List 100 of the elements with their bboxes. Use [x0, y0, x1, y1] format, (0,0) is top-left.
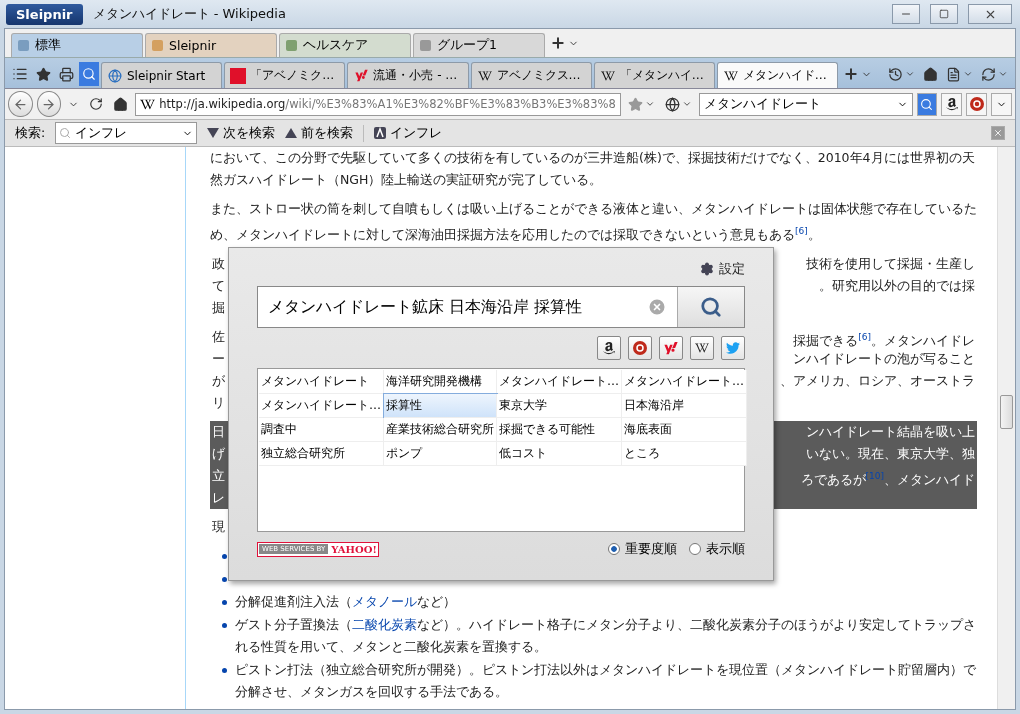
group-tab[interactable]: Sleipnir — [145, 33, 277, 57]
browser-tab[interactable]: 「アベノミク… — [224, 62, 346, 88]
app-menu-button[interactable]: Sleipnir — [6, 3, 83, 25]
star-icon[interactable] — [36, 66, 51, 82]
article-paragraph: において、この分野で先駆していて多くの技術を有しているのが三井造船(株)で、採掘技術だけでなく、2010年4月には世界初の天然ガスハイドレート（NGH）陸上輸送の実証研究が完了している。 — [210, 149, 976, 189]
settings-button[interactable]: 設定 — [700, 260, 745, 278]
search-icon — [59, 127, 72, 139]
history-icon[interactable] — [888, 66, 904, 82]
find-previous-button[interactable]: 前を検索 — [285, 124, 354, 142]
rakuten-icon — [632, 340, 648, 356]
keyword-cell[interactable]: メタンハイドレート — [259, 370, 384, 394]
sync-icon[interactable] — [981, 66, 997, 82]
minimize-button[interactable] — [892, 4, 920, 24]
caret-icon — [998, 69, 1009, 79]
yahoo-button[interactable] — [659, 336, 683, 360]
browser-tab[interactable]: Sleipnir Start — [101, 62, 223, 88]
back-button[interactable] — [8, 91, 33, 117]
browser-tab[interactable]: メタンハイド… — [716, 62, 839, 88]
keyword-cell[interactable]: ポンプ — [384, 442, 497, 466]
sort-radio[interactable]: 表示順 — [689, 540, 745, 558]
caret-icon — [644, 99, 655, 109]
page-icon[interactable] — [946, 66, 962, 82]
keyword-cell[interactable]: 日本海沿岸 — [622, 394, 747, 418]
browser-tab[interactable]: 「メタンハイ… — [593, 62, 715, 88]
globe-icon — [107, 67, 123, 84]
twitter-button[interactable] — [721, 336, 745, 360]
article-link[interactable]: 二酸化炭素 — [352, 617, 417, 633]
text-fragment: て — [212, 277, 225, 296]
logo-icon — [230, 67, 247, 84]
keyword-cell[interactable]: 採掘できる可能性 — [497, 418, 622, 442]
keyword-cell[interactable]: 低コスト — [497, 442, 622, 466]
bullet-icon — [222, 577, 227, 583]
group-tab[interactable]: グループ1 — [413, 33, 545, 57]
text-fragment: 掘 — [212, 299, 225, 318]
group-tab[interactable]: ヘルスケア — [279, 33, 411, 57]
amazon-button[interactable] — [941, 92, 963, 116]
search-button[interactable] — [79, 62, 99, 86]
maximize-button[interactable] — [930, 4, 958, 24]
list-item-text: ゲスト分子置換法（二酸化炭素など）。ハイドレート格子にメタン分子より、二酸化炭素分子のほうがより安定してトラップされる性質を用いて、メタンと二酸化炭素を置換する。 — [235, 616, 977, 657]
text-fragment: 現 — [212, 518, 225, 537]
keyword-cell[interactable]: メタンハイドレート… — [497, 370, 622, 394]
group-tab[interactable]: 標準 — [11, 33, 143, 57]
keyword-cell[interactable]: メタンハイドレート… — [259, 394, 384, 418]
keyword-cell[interactable]: ところ — [622, 442, 747, 466]
printer-icon[interactable] — [59, 66, 74, 82]
address-field[interactable]: http://ja.wikipedia.org/wiki/%E3%83%A1%E3%82%BF%E3%83%B3%E3%83%8 — [135, 92, 621, 116]
browser-tab[interactable]: 流通・小売 - … — [347, 62, 469, 88]
yahoo-icon — [664, 341, 678, 355]
query-field[interactable]: メタンハイドレート鉱床 日本海沿岸 採算性 — [257, 286, 745, 328]
keyword-cell[interactable]: 独立総合研究所 — [259, 442, 384, 466]
find-field[interactable]: インフレ — [55, 122, 198, 144]
search-icon — [700, 296, 722, 318]
text-fragment: が — [212, 372, 225, 391]
find-next-button[interactable]: 次を検索 — [207, 124, 276, 142]
rakuten-button[interactable] — [966, 92, 988, 116]
amazon-button[interactable] — [597, 336, 621, 360]
globe-icon[interactable] — [664, 96, 680, 112]
text-fragment: 採掘できる$^{[6]}$。メタンハイドレ — [793, 331, 975, 349]
highlight-icon — [374, 127, 387, 139]
scroll-thumb[interactable] — [1000, 395, 1013, 429]
article-link[interactable]: メタノール — [352, 594, 417, 610]
sort-radio[interactable]: 重要度順 — [608, 540, 677, 558]
caret-icon — [963, 69, 974, 79]
text-fragment: 政 — [212, 255, 225, 274]
bookmark-star-icon[interactable] — [627, 96, 643, 112]
new-group-icon[interactable] — [550, 35, 566, 51]
close-button[interactable] — [968, 4, 1012, 24]
list-item-text: 分解促進剤注入法（メタノールなど） — [235, 593, 456, 612]
caret-icon — [905, 69, 916, 79]
keyword-cell[interactable]: 海洋研究開発機構 — [384, 370, 497, 394]
search-button[interactable] — [677, 287, 744, 327]
keyword-cell[interactable]: 海底表面 — [622, 418, 747, 442]
article-paragraph: また、ストロー状の筒を刺して自噴もしくは吸い上げることができる液体と違い、メタンハイドレートは固体状態で存在しているため、メタンハイドレートに対して深海油田採掘方法を応用したのでは採取できないという意見もある$^{[6]}$。 — [210, 200, 977, 245]
keyword-cell[interactable]: 採算性 — [384, 394, 497, 418]
text-fragment: げ — [212, 445, 225, 464]
find-label: 検索: — [15, 124, 46, 142]
home-icon[interactable] — [113, 96, 129, 112]
bullet-icon — [222, 600, 227, 606]
text-fragment: 、アメリカ、ロシア、オーストラ — [780, 372, 975, 391]
home-icon[interactable] — [923, 66, 939, 82]
search-field[interactable]: メタンハイドレート — [698, 92, 913, 116]
bird-icon — [726, 341, 740, 355]
keyword-cell[interactable]: 産業技術総合研究所 — [384, 418, 497, 442]
keyword-cell[interactable]: 調査中 — [259, 418, 384, 442]
search-button[interactable] — [916, 92, 938, 116]
keyword-cell[interactable]: 東京大学 — [497, 394, 622, 418]
wikipedia-button[interactable] — [690, 336, 714, 360]
text-fragment: 立 — [212, 467, 225, 486]
highlight-button[interactable]: インフレ — [363, 124, 443, 142]
reload-icon[interactable] — [89, 97, 104, 111]
rakuten-button[interactable] — [628, 336, 652, 360]
search-icon — [82, 67, 96, 81]
close-icon — [993, 128, 1003, 138]
rakuten-icon — [968, 96, 985, 112]
keyword-cell[interactable]: メタンハイドレート… — [622, 370, 747, 394]
browser-tab[interactable]: アベノミクス… — [470, 62, 592, 88]
forward-button[interactable] — [36, 91, 62, 117]
scrollbar[interactable] — [997, 147, 1015, 709]
up-triangle-icon — [285, 128, 298, 138]
panel-icon[interactable] — [12, 66, 28, 82]
